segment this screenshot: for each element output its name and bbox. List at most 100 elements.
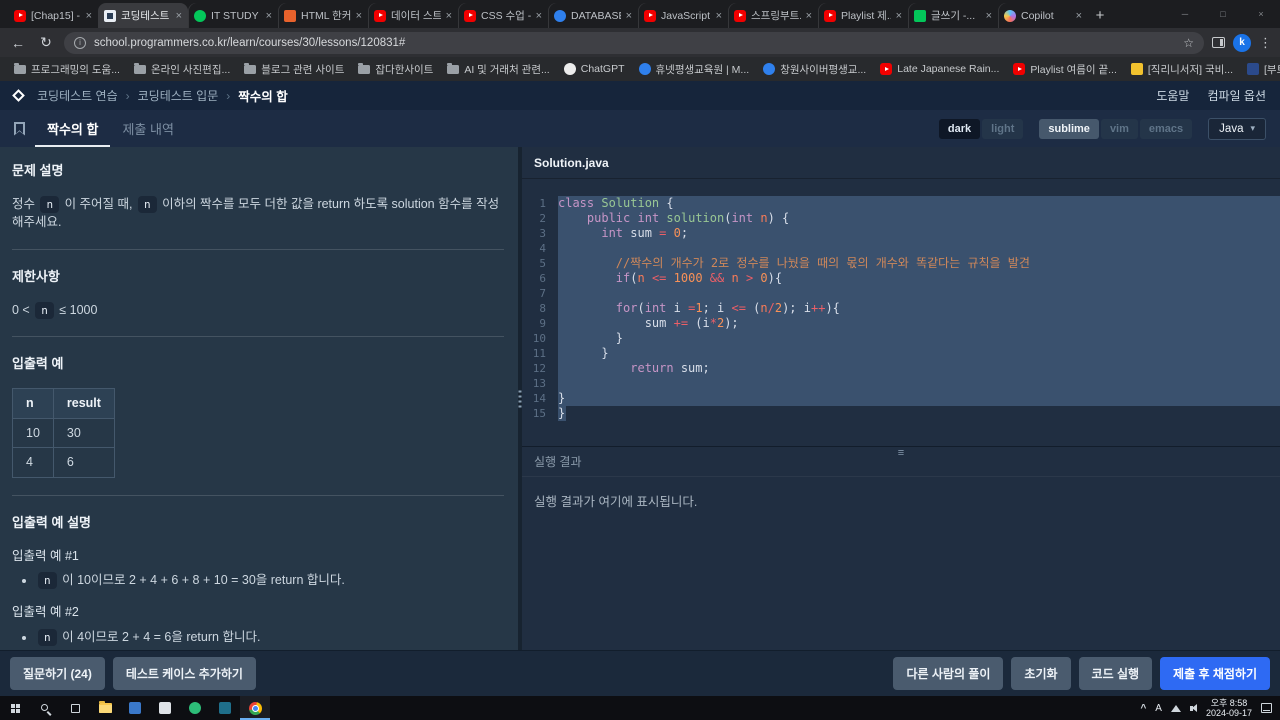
browser-tab[interactable]: CSS 수업 -... × — [458, 3, 548, 28]
tab-close-icon[interactable]: × — [806, 10, 812, 22]
code-line[interactable]: 4 — [522, 241, 1280, 256]
bookmark-item[interactable]: Late Japanese Rain... — [874, 61, 1005, 77]
bookmark-item[interactable]: 온라인 사진편집... — [128, 60, 236, 79]
taskbar-clock[interactable]: 오후 8:58 2024-09-17 — [1206, 698, 1252, 718]
bookmark-item[interactable]: 휴넷평생교육원 | M... — [633, 60, 756, 79]
header-link[interactable]: 컴파일 옵션 — [1207, 87, 1266, 104]
code-line[interactable]: 13 — [522, 376, 1280, 391]
back-button[interactable]: ← — [8, 35, 28, 51]
footer-button[interactable]: 테스트 케이스 추가하기 — [112, 657, 256, 690]
keymap-button[interactable]: sublime — [1039, 118, 1099, 139]
browser-menu-icon[interactable]: ⋮ — [1259, 35, 1272, 51]
bookmark-item[interactable]: 블로그 관련 사이트 — [238, 60, 350, 79]
breadcrumb-item[interactable]: 코딩테스트 입문 — [138, 87, 219, 104]
taskbar-app-button[interactable] — [180, 696, 210, 720]
ime-indicator[interactable]: A — [1155, 703, 1162, 714]
tab-close-icon[interactable]: × — [896, 10, 902, 22]
tab-close-icon[interactable]: × — [176, 10, 182, 22]
address-bar[interactable]: i school.programmers.co.kr/learn/courses… — [64, 31, 1204, 54]
footer-button[interactable]: 코드 실행 — [1078, 657, 1153, 690]
tab-close-icon[interactable]: × — [536, 10, 542, 22]
code-line[interactable]: 15} — [522, 406, 1280, 421]
footer-button[interactable]: 다른 사람의 풀이 — [893, 657, 1004, 690]
network-icon[interactable] — [1170, 704, 1181, 712]
code-line[interactable]: 5 //짝수의 개수가 2로 정수를 나눴을 때의 몫의 개수와 똑같다는 규칙… — [522, 256, 1280, 271]
code-line[interactable]: 6 if(n <= 1000 && n > 0){ — [522, 271, 1280, 286]
footer-button[interactable]: 질문하기 (24) — [10, 657, 105, 690]
tab-close-icon[interactable]: × — [86, 10, 92, 22]
browser-tab[interactable]: JavaScript -... × — [638, 3, 728, 28]
browser-tab[interactable]: 스프링부트... × — [728, 3, 818, 28]
bookmark-item[interactable]: 창원사이버평생교... — [757, 60, 872, 79]
reload-button[interactable]: ↻ — [36, 34, 56, 51]
site-info-icon[interactable]: i — [74, 36, 86, 49]
browser-tab[interactable]: IT STUDY C... × — [188, 3, 278, 28]
submit-button[interactable]: 제출 후 채점하기 — [1160, 657, 1270, 690]
footer-button[interactable]: 초기화 — [1011, 657, 1071, 690]
tab-close-icon[interactable]: × — [356, 10, 362, 22]
bookmark-outline-icon[interactable] — [14, 121, 25, 136]
code-line[interactable]: 1 class Solution { — [522, 196, 1280, 211]
tab-close-icon[interactable]: × — [626, 10, 632, 22]
browser-tab[interactable]: 글쓰기 -... × — [908, 3, 998, 28]
profile-avatar[interactable]: k — [1233, 33, 1251, 52]
volume-icon[interactable] — [1189, 703, 1197, 712]
browser-tab[interactable]: Playlist 제... × — [818, 3, 908, 28]
keymap-button[interactable]: vim — [1100, 118, 1138, 139]
header-link[interactable]: 도움말 — [1156, 87, 1189, 104]
browser-tab[interactable]: Copilot × — [998, 3, 1088, 28]
url-text[interactable]: school.programmers.co.kr/learn/courses/3… — [94, 37, 1175, 49]
tab-close-icon[interactable]: × — [716, 10, 722, 22]
bookmark-star-icon[interactable]: ☆ — [1183, 36, 1194, 50]
chrome-taskbar-button[interactable] — [240, 696, 270, 720]
tab-close-icon[interactable]: × — [446, 10, 452, 22]
code-line[interactable]: 9 sum += (i*2); — [522, 316, 1280, 331]
bookmark-item[interactable]: 잡다한사이트 — [352, 60, 439, 79]
tab-close-icon[interactable]: × — [266, 10, 272, 22]
code-line[interactable]: 14} — [522, 391, 1280, 406]
taskbar-app-button[interactable] — [150, 696, 180, 720]
code-line[interactable]: 10 } — [522, 331, 1280, 346]
keymap-button[interactable]: emacs — [1139, 118, 1193, 139]
bookmark-item[interactable]: ChatGPT — [558, 61, 631, 77]
task-view-button[interactable] — [60, 696, 90, 720]
breadcrumb-item[interactable]: 짝수의 합 — [238, 86, 287, 105]
code-line[interactable]: 8 for(int i =1; i <= (n/2); i++){ — [522, 301, 1280, 316]
bookmark-item[interactable]: AI 및 거래처 관련... — [441, 60, 555, 79]
browser-tab[interactable]: 코딩테스트 연... × — [98, 3, 188, 28]
file-explorer-button[interactable] — [90, 696, 120, 720]
tab-close-icon[interactable]: × — [1076, 10, 1082, 22]
side-panel-icon[interactable] — [1212, 37, 1225, 48]
code-line[interactable]: 2 public int solution(int n) { — [522, 211, 1280, 226]
code-editor[interactable]: 1 class Solution {2 public int solution(i… — [522, 179, 1280, 446]
start-button[interactable] — [0, 696, 30, 720]
drag-handle-icon[interactable]: ≡ — [898, 448, 904, 459]
bookmark-item[interactable]: 프로그래밍의 도움... — [8, 60, 126, 79]
theme-button[interactable]: light — [982, 118, 1024, 139]
tray-chevron-up-icon[interactable]: ^ — [1140, 703, 1146, 714]
browser-tab[interactable]: HTML 한커... × — [278, 3, 368, 28]
browser-tab[interactable]: DATABASE1... × — [548, 3, 638, 28]
bookmark-item[interactable]: Playlist 여름이 끝... — [1007, 60, 1123, 79]
search-button[interactable] — [30, 696, 60, 720]
browser-tab[interactable]: [Chap15] - ... × — [8, 3, 98, 28]
theme-button[interactable]: dark — [938, 118, 981, 139]
browser-tab[interactable]: 데이터 스트... × — [368, 3, 458, 28]
taskbar-app-button[interactable] — [120, 696, 150, 720]
code-line[interactable]: 7 — [522, 286, 1280, 301]
maximize-button[interactable]: □ — [1204, 0, 1242, 28]
programmers-logo-icon[interactable] — [12, 89, 25, 102]
close-window-button[interactable]: × — [1242, 0, 1280, 28]
page-tab[interactable]: 제출 내역 — [110, 110, 185, 147]
code-line[interactable]: 12 return sum; — [522, 361, 1280, 376]
action-center-icon[interactable] — [1261, 703, 1272, 713]
bookmark-item[interactable]: [직리니서저] 국비... — [1125, 60, 1239, 79]
breadcrumb-item[interactable]: 코딩테스트 연습 — [37, 87, 118, 104]
minimize-button[interactable]: ─ — [1166, 0, 1204, 28]
page-tab[interactable]: 짝수의 합 — [35, 110, 110, 147]
new-tab-button[interactable]: + — [1088, 3, 1112, 27]
taskbar-app-button[interactable] — [210, 696, 240, 720]
language-select[interactable]: Java ▾ — [1208, 117, 1266, 140]
code-line[interactable]: 3 int sum = 0; — [522, 226, 1280, 241]
bookmark-item[interactable]: [부트텐트] 2024년... — [1241, 60, 1280, 79]
